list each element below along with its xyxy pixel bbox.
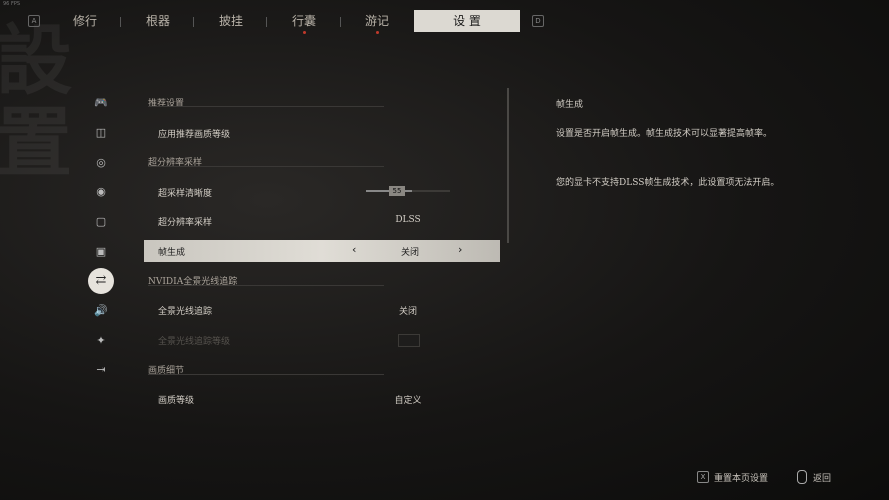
quality-value[interactable]: 自定义: [378, 393, 438, 406]
calligraphy-watermark: 設 置: [0, 16, 72, 187]
key-a-hint: A: [28, 15, 40, 27]
section-divider: [148, 285, 384, 286]
tab-cultivation[interactable]: 修行: [60, 10, 110, 32]
description-title: 帧生成: [556, 100, 584, 110]
framegen-value: 关闭: [400, 248, 419, 258]
back-button[interactable]: 返回: [813, 471, 831, 484]
tab-separator: [266, 17, 267, 27]
speaker-icon[interactable]: 🔊: [91, 301, 111, 321]
mouse-icon: [797, 470, 807, 484]
framegen-row[interactable]: 帧生成 ‹ 关闭 ›: [144, 240, 500, 262]
sharpness-value: 55: [389, 186, 405, 196]
tab-journal[interactable]: 游记: [352, 10, 402, 34]
tab-inventory[interactable]: 行囊: [279, 10, 329, 34]
tab-label: 行囊: [291, 14, 316, 28]
raytrace-label: 全景光线追踪: [158, 307, 213, 317]
tab-roots[interactable]: 根器: [133, 10, 183, 32]
eye-icon[interactable]: ◉: [91, 182, 111, 202]
section-divider: [148, 374, 384, 375]
section-divider: [148, 106, 384, 107]
tab-label: 披挂: [218, 14, 243, 28]
tab-label: 游记: [364, 14, 389, 28]
section-divider: [148, 166, 384, 167]
tab-separator: [340, 17, 341, 27]
tab-label: 修行: [72, 14, 97, 28]
gamepad-icon[interactable]: 🎮: [91, 93, 111, 113]
section-recommended: 推荐设置: [148, 99, 185, 109]
raytrace-level-control: [398, 334, 420, 347]
top-navigation: A 修行 根器 披挂 行囊 游记 设 置 D: [0, 0, 889, 42]
tab-equipment[interactable]: 披挂: [206, 10, 256, 32]
tab-separator: [120, 17, 121, 27]
display-icon[interactable]: ▢: [91, 212, 111, 232]
chevron-right-icon[interactable]: ›: [458, 243, 462, 256]
monitor-icon[interactable]: ▣: [91, 242, 111, 262]
sharpness-slider[interactable]: [366, 190, 450, 192]
tab-separator: [193, 17, 194, 27]
accessibility-icon[interactable]: ✦: [91, 331, 111, 351]
scrollbar[interactable]: [507, 88, 509, 243]
raytrace-level-label: 全景光线追踪等级: [158, 337, 231, 347]
exit-icon[interactable]: ⇥: [91, 360, 111, 380]
notification-dot: [303, 31, 306, 34]
reset-page-button[interactable]: 重置本页设置: [714, 471, 768, 484]
tab-settings[interactable]: 设 置: [414, 10, 520, 32]
quality-label: 画质等级: [158, 396, 195, 406]
key-d-hint: D: [532, 15, 544, 27]
apply-recommended-button[interactable]: 应用推荐画质等级: [158, 127, 230, 140]
upscale-label: 超分辨率采样: [158, 218, 213, 228]
x-key-icon: X: [697, 471, 709, 483]
sharpness-label: 超采样清晰度: [158, 189, 213, 199]
raytrace-value[interactable]: 关闭: [378, 304, 438, 317]
tab-label: 根器: [145, 14, 170, 28]
upscale-value[interactable]: DLSS: [378, 215, 438, 225]
framegen-label: 帧生成: [158, 248, 186, 258]
tab-label: 设 置: [453, 14, 481, 28]
target-icon[interactable]: ◎: [91, 153, 111, 173]
swap-arrows-icon[interactable]: ⇄: [88, 268, 114, 294]
description-text: 设置是否开启帧生成。帧生成技术可以显著提高帧率。: [556, 129, 773, 139]
description-warning: 您的显卡不支持DLSS帧生成技术，此设置项无法开启。: [556, 178, 780, 188]
vr-glasses-icon[interactable]: ◫: [91, 123, 111, 143]
notification-dot: [376, 31, 379, 34]
chevron-left-icon[interactable]: ‹: [352, 243, 356, 256]
